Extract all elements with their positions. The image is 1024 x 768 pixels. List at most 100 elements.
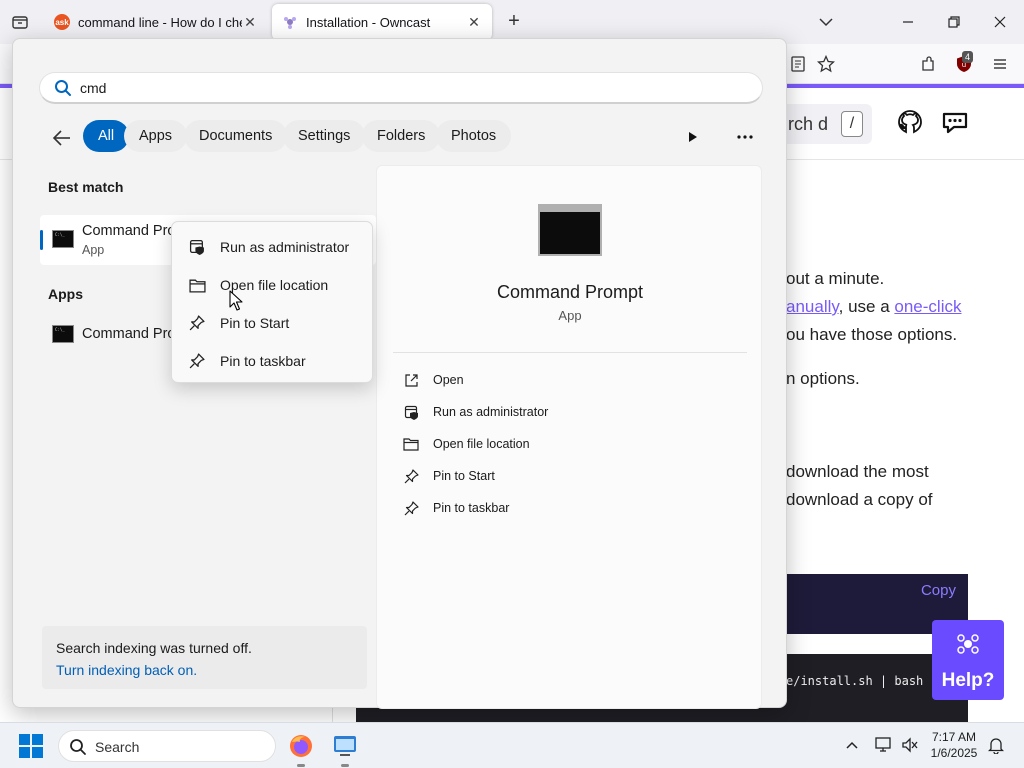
page-text-line: anually, use a one-click [786,297,962,316]
back-arrow-icon[interactable] [51,127,73,149]
page-text-line: download a copy of [786,490,933,509]
detail-title: Command Prompt [496,282,644,302]
action-run-as-admin[interactable]: Run as administrator [403,400,703,424]
help-button[interactable]: Help? [932,620,1004,700]
owncast-logo-icon [957,634,979,654]
pin-icon [403,468,419,484]
result-type: App [82,243,105,257]
page-text-line: download the most [786,462,929,481]
ctx-pin-to-taskbar[interactable]: Pin to taskbar [176,343,370,379]
code-text: e/install.sh | bash [786,674,924,688]
tab-title: command line - How do I chec [78,14,242,30]
filter-settings[interactable]: Settings [283,120,366,152]
bookmark-star-icon[interactable] [816,54,836,74]
ctx-open-file-location[interactable]: Open file location [176,267,370,303]
clock-date: 1/6/2025 [930,746,978,760]
windows-taskbar: Search 7:17 AM 1/6/2025 [0,722,1024,768]
action-open-file-location[interactable]: Open file location [403,432,703,456]
taskbar-search-label: Search [95,739,140,755]
notification-bell-icon[interactable] [986,735,1006,755]
best-match-heading: Best match [48,179,124,195]
flyout-search-box[interactable] [39,72,763,104]
tab-askubuntu[interactable]: ask command line - How do I chec ✕ [44,4,268,40]
page-text-line: n options. [786,369,860,388]
new-tab-button[interactable]: + [504,11,524,32]
manual-link[interactable]: anually [786,297,839,316]
action-open[interactable]: Open [403,368,703,392]
start-search-flyout: All Apps Documents Settings Folders Phot… [12,38,787,709]
pin-icon [188,314,206,332]
help-label: Help? [941,670,995,691]
windows-start-icon[interactable] [18,733,44,759]
play-more-filters-icon[interactable] [682,127,702,147]
show-hidden-icons-chevron-icon[interactable] [842,735,862,755]
hamburger-menu-icon[interactable] [990,54,1010,74]
tab-list-icon[interactable] [8,10,32,34]
action-label: Open [433,373,464,387]
mouse-cursor-icon [229,290,243,311]
terminal-taskbar-icon[interactable] [329,730,361,767]
result-detail-pane: Command Prompt App Open Run as administr… [376,165,762,709]
askubuntu-favicon-icon: ask [54,14,70,30]
context-menu: Run as administrator Open file location … [171,221,373,383]
pin-icon [403,500,419,516]
network-icon[interactable] [874,735,894,755]
filter-apps[interactable]: Apps [124,120,188,152]
action-label: Run as administrator [433,405,549,419]
close-tab-icon[interactable]: ✕ [466,14,482,30]
action-pin-to-start[interactable]: Pin to Start [403,464,703,488]
page-text-line: ou have those options. [786,325,958,344]
more-options-icon[interactable] [735,127,755,147]
extensions-icon[interactable] [918,54,938,74]
filter-all[interactable]: All [83,120,130,152]
close-window-icon[interactable] [988,10,1012,34]
volume-muted-icon[interactable] [900,735,920,755]
one-click-link[interactable]: one-click [894,297,961,316]
command-prompt-icon [52,325,74,343]
owncast-favicon-icon [282,14,298,30]
clock-time: 7:17 AM [931,730,977,744]
system-clock[interactable]: 7:17 AM 1/6/2025 [926,729,982,761]
selection-accent [40,230,43,250]
ctx-label: Pin to Start [220,315,290,331]
page-text-line: out a minute. [786,269,885,288]
close-tab-icon[interactable]: ✕ [242,14,258,30]
ctx-run-as-admin[interactable]: Run as administrator [176,229,370,265]
search-icon [55,80,71,96]
ublock-count-badge: 4 [962,51,974,63]
action-pin-to-taskbar[interactable]: Pin to taskbar [403,496,703,520]
folder-icon [403,436,419,452]
reader-view-icon[interactable] [788,54,808,74]
flyout-search-input[interactable] [80,78,680,98]
running-indicator [341,764,349,767]
list-all-tabs-chevron-icon[interactable] [816,12,836,32]
github-icon[interactable] [896,108,926,138]
filter-photos[interactable]: Photos [436,120,512,152]
tab-owncast[interactable]: Installation - Owncast ✕ [272,4,492,40]
action-label: Open file location [433,437,530,451]
filter-folders[interactable]: Folders [362,120,441,152]
open-external-icon [403,372,419,388]
minimize-icon[interactable] [896,10,920,34]
indexing-notice: Search indexing was turned off. Turn ind… [42,626,367,689]
apps-heading: Apps [48,286,83,302]
ctx-label: Pin to taskbar [220,353,306,369]
chat-icon[interactable] [940,108,970,138]
filter-documents[interactable]: Documents [184,120,288,152]
action-label: Pin to taskbar [433,501,510,515]
command-prompt-icon [52,230,74,248]
search-shortcut-key: / [841,111,863,137]
restore-icon[interactable] [942,10,966,34]
copy-button[interactable]: Copy [921,582,956,599]
taskbar-search-box[interactable]: Search [58,730,276,762]
detail-type: App [558,308,582,323]
firefox-taskbar-icon[interactable] [285,730,317,767]
detail-divider [393,352,747,353]
ctx-pin-to-start[interactable]: Pin to Start [176,305,370,341]
pin-icon [188,352,206,370]
tab-title: Installation - Owncast [306,14,431,30]
indexing-message: Search indexing was turned off. [56,640,252,656]
turn-indexing-on-link[interactable]: Turn indexing back on. [56,662,197,678]
command-prompt-large-icon [538,204,602,256]
search-icon [70,739,86,755]
